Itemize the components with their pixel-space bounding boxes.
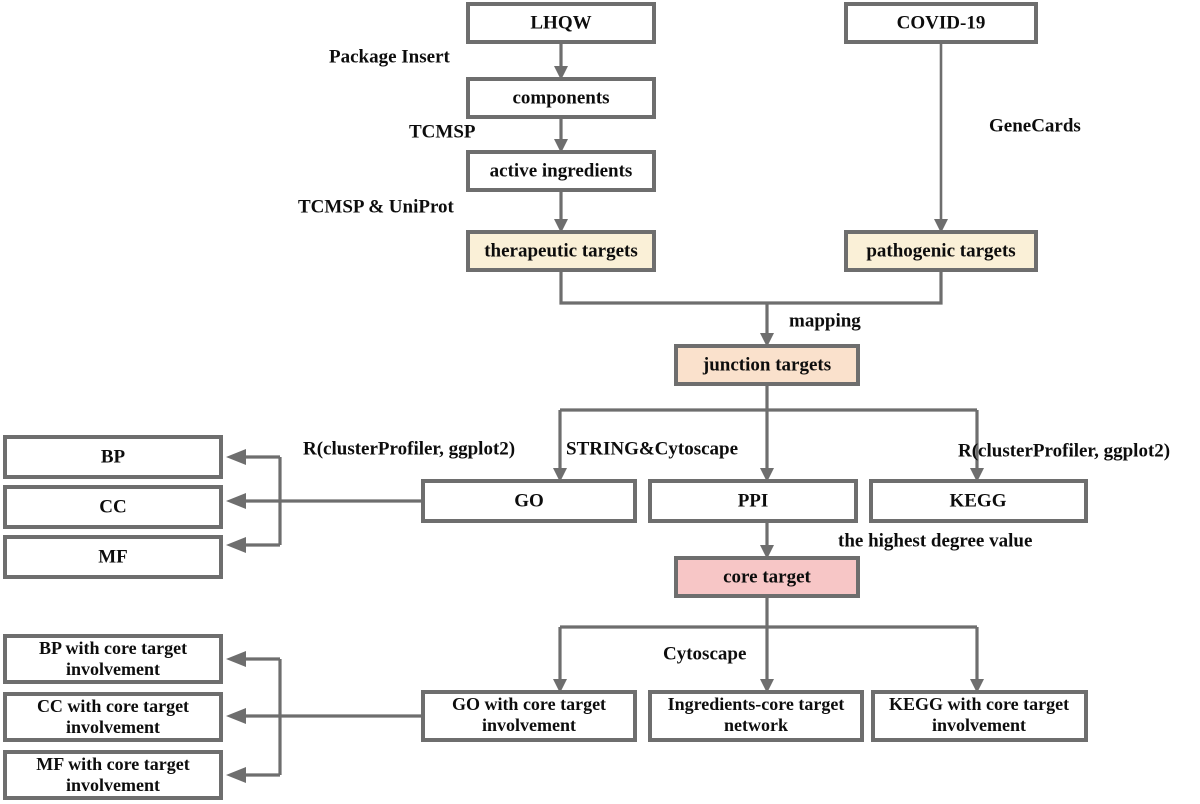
node-kegg-core[interactable]: KEGG with core target involvement [871,690,1088,742]
node-components[interactable]: components [466,77,656,119]
node-go-core-label-line2: involvement [482,715,576,735]
node-ppi-label: PPI [738,490,769,511]
node-go[interactable]: GO [421,479,637,523]
node-ingredients-core-network-label-line2: network [724,715,788,735]
node-cc[interactable]: CC [3,485,223,529]
node-core-target-label: core target [723,566,811,587]
node-junction-targets[interactable]: junction targets [674,344,860,386]
node-go-core-label-line1: GO with core target [452,694,606,714]
node-lhqw[interactable]: LHQW [466,2,656,44]
arrowhead-cc [226,493,246,509]
arrowhead-bp-core [226,651,246,667]
edge-label-mapping: mapping [789,310,861,331]
node-go-label: GO [514,490,544,511]
edge-label-genecards: GeneCards [989,115,1081,136]
node-core-target[interactable]: core target [674,556,860,598]
edge-label-string-cytoscape: STRING&Cytoscape [566,438,738,459]
node-ingredients-core-network-label-line1: Ingredients-core target [668,694,845,714]
node-components-label: components [512,87,609,108]
edge-label-cytoscape: Cytoscape [663,643,746,664]
node-kegg-core-label-line2: involvement [932,715,1026,735]
node-kegg[interactable]: KEGG [869,479,1088,523]
node-kegg-label: KEGG [949,490,1006,511]
node-bp[interactable]: BP [3,435,223,479]
node-junction-targets-label: junction targets [702,354,831,375]
node-bp-label: BP [101,446,126,467]
node-bp-core-label-line2: involvement [66,659,160,679]
node-cc-core[interactable]: CC with core target involvement [3,692,223,742]
node-pathogenic-targets-label: pathogenic targets [866,240,1015,261]
node-therapeutic-targets[interactable]: therapeutic targets [466,230,656,272]
edge-label-r-clusterprofiler-left: R(clusterProfiler, ggplot2) [303,438,515,459]
node-pathogenic-targets[interactable]: pathogenic targets [844,230,1038,272]
arrowhead-mf-core [226,767,246,783]
node-cc-label: CC [99,496,126,517]
node-mf-core-label-line1: MF with core target [36,754,189,774]
edge-label-tcmsp-uniprot: TCMSP & UniProt [298,196,455,217]
node-kegg-core-label-line1: KEGG with core target [889,694,1069,714]
edge-label-tcmsp: TCMSP [409,121,476,142]
node-cc-core-label-line1: CC with core target [37,696,189,716]
node-covid19[interactable]: COVID-19 [844,2,1038,44]
node-mf-core[interactable]: MF with core target involvement [3,750,223,800]
edge-label-package-insert: Package Insert [329,46,451,67]
node-bp-core-label-line1: BP with core target [39,638,187,658]
edge-label-r-clusterprofiler-right: R(clusterProfiler, ggplot2) [958,440,1170,461]
node-ingredients-core-network[interactable]: Ingredients-core target network [648,690,864,742]
node-lhqw-label: LHQW [530,12,591,33]
node-active-ingredients[interactable]: active ingredients [466,150,656,192]
node-therapeutic-targets-label: therapeutic targets [484,240,638,261]
node-ppi[interactable]: PPI [648,479,858,523]
arrowhead-mf [226,537,246,553]
edge-pathogenic-merge [767,270,943,305]
node-go-core[interactable]: GO with core target involvement [421,690,637,742]
flowchart-canvas: LHQW COVID-19 components active ingredie… [3,2,1170,800]
node-mf[interactable]: MF [3,535,223,579]
node-covid19-label: COVID-19 [897,12,986,33]
node-mf-label: MF [98,546,128,567]
edge-therapeutic-merge [559,270,767,305]
arrowhead-bp [226,449,246,465]
node-active-ingredients-label: active ingredients [490,160,633,181]
node-mf-core-label-line2: involvement [66,775,160,795]
node-bp-core[interactable]: BP with core target involvement [3,634,223,684]
node-cc-core-label-line2: involvement [66,717,160,737]
arrowhead-cc-core [226,708,246,724]
edge-label-highest-degree-value: the highest degree value [838,530,1032,551]
